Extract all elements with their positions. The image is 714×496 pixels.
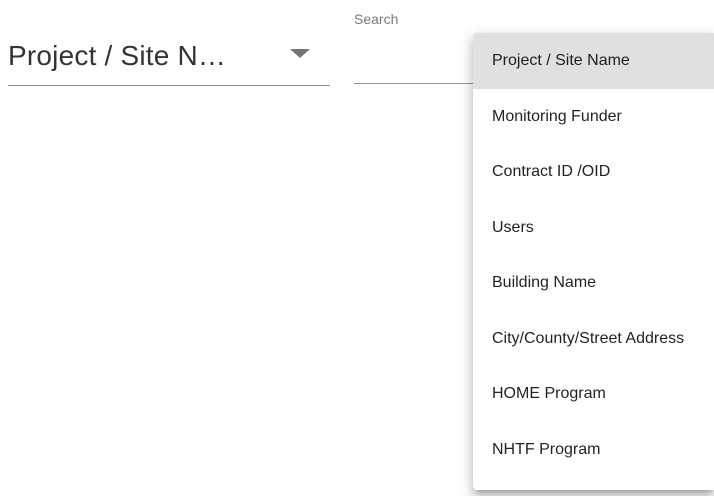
filter-field-menu: Project / Site Name Monitoring Funder Co… [473,33,714,490]
triangle-down-icon[interactable] [290,49,310,58]
filter-field-value: Project / Site N… [8,40,227,71]
search-label: Search [354,11,399,27]
menu-item-nhtf-program[interactable]: NHTF Program [473,422,714,478]
menu-item-home-program[interactable]: HOME Program [473,366,714,422]
menu-item-project-site-name[interactable]: Project / Site Name [473,33,714,89]
filter-field-select[interactable]: Project / Site N… [8,30,330,86]
filter-field-menu-list: Project / Site Name Monitoring Funder Co… [473,33,714,477]
menu-item-building-name[interactable]: Building Name [473,255,714,311]
menu-item-city-county-street-address[interactable]: City/County/Street Address [473,311,714,367]
search-filter-page: Project / Site N… Search Project / Site … [0,0,714,496]
menu-item-monitoring-funder[interactable]: Monitoring Funder [473,89,714,145]
menu-item-contract-id-oid[interactable]: Contract ID /OID [473,144,714,200]
menu-item-users[interactable]: Users [473,200,714,256]
